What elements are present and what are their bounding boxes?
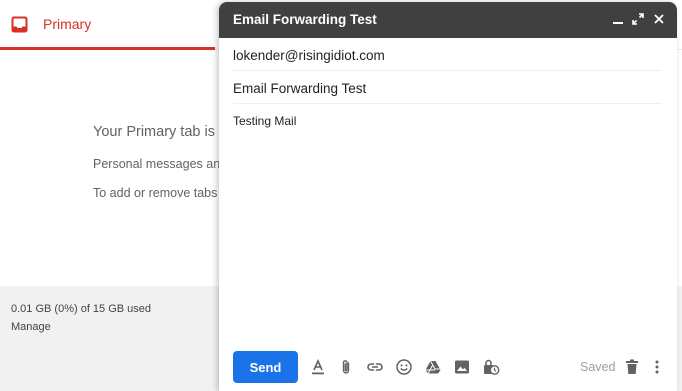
drive-icon[interactable]: [424, 358, 442, 376]
empty-state-line-1: Personal messages an: [93, 157, 221, 171]
attach-icon[interactable]: [337, 358, 355, 376]
compose-window: Email Forwarding Test lokender@risingidi…: [219, 2, 677, 391]
link-icon[interactable]: [366, 358, 384, 376]
more-options-icon[interactable]: [648, 358, 666, 376]
expand-icon[interactable]: [629, 10, 647, 28]
manage-storage-link[interactable]: Manage: [11, 321, 51, 333]
message-body[interactable]: Testing Mail: [233, 114, 296, 128]
storage-usage: 0.01 GB (0%) of 15 GB used: [11, 303, 152, 315]
tab-primary[interactable]: Primary: [0, 0, 215, 50]
minimize-icon[interactable]: [609, 10, 627, 28]
confidential-icon[interactable]: [482, 358, 500, 376]
emoji-icon[interactable]: [395, 358, 413, 376]
empty-state-line-2: To add or remove tabs: [93, 186, 218, 200]
subject-field[interactable]: Email Forwarding Test: [233, 71, 662, 104]
photo-icon[interactable]: [453, 358, 471, 376]
inbox-icon: [11, 16, 28, 33]
compose-header[interactable]: Email Forwarding Test: [219, 2, 677, 38]
send-button[interactable]: Send: [233, 351, 298, 383]
compose-title: Email Forwarding Test: [233, 12, 377, 27]
format-text-icon[interactable]: [309, 358, 327, 376]
to-field[interactable]: lokender@risingidiot.com: [233, 38, 662, 71]
saved-status: Saved: [580, 360, 616, 374]
discard-draft-icon[interactable]: [623, 358, 641, 376]
tab-primary-label: Primary: [43, 16, 92, 32]
empty-state-title: Your Primary tab is: [93, 124, 215, 140]
close-icon[interactable]: [650, 10, 668, 28]
